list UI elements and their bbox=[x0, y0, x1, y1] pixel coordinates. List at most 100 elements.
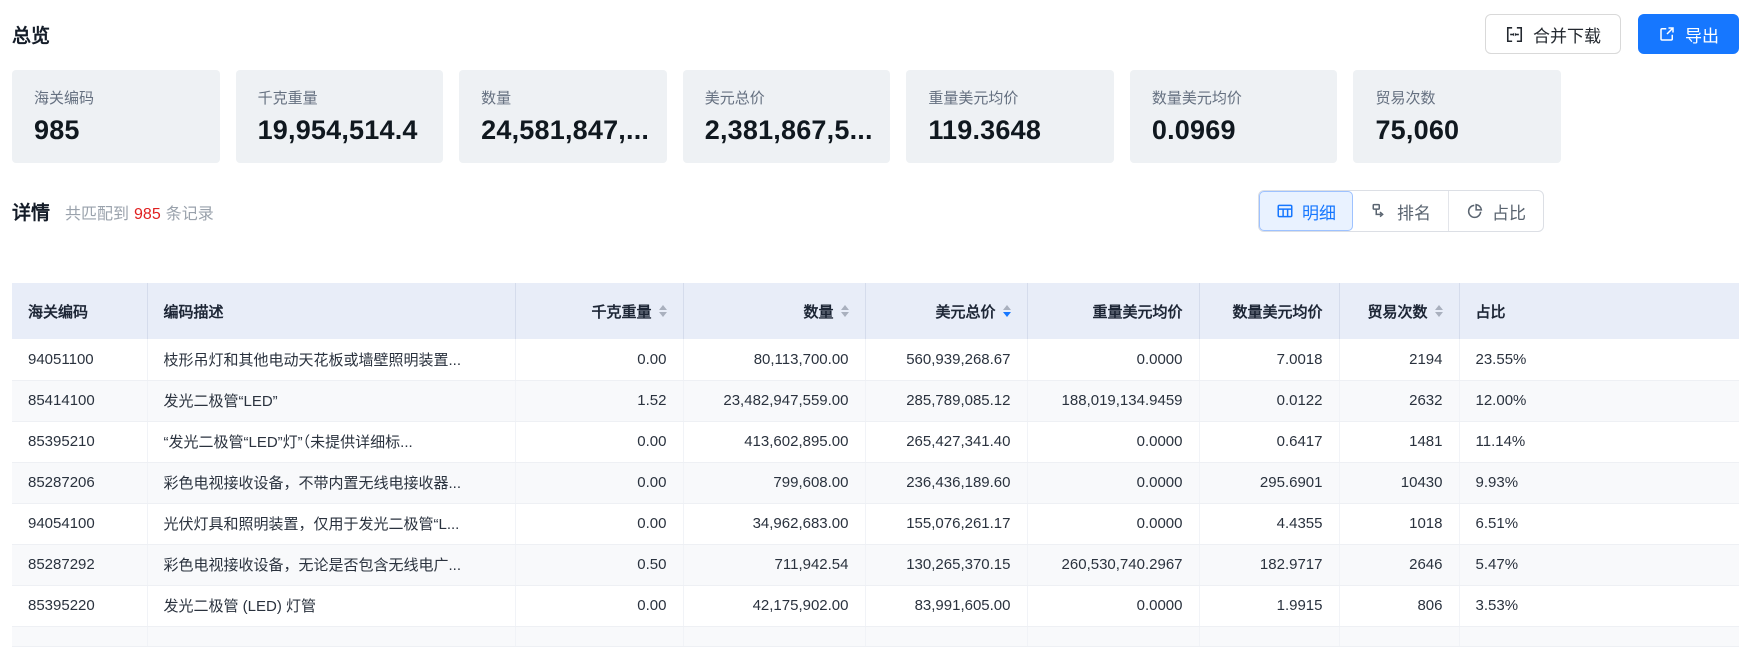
table-icon bbox=[1276, 202, 1294, 220]
tab-label: 排名 bbox=[1397, 199, 1431, 224]
stat-value: 119.3648 bbox=[928, 115, 1092, 146]
toolbar: 合并下载 导出 bbox=[1485, 14, 1739, 54]
table-cell: 1018 bbox=[1339, 503, 1459, 544]
table-row[interactable]: 85414100发光二极管“LED”1.5223,482,947,559.00 2… bbox=[12, 380, 1739, 421]
tab-detail[interactable]: 明细 bbox=[1259, 191, 1353, 231]
column-label: 重量美元均价 bbox=[1092, 301, 1182, 322]
column-header-usd-per-weight: 重量美元均价 bbox=[1027, 283, 1199, 339]
column-label: 占比 bbox=[1476, 301, 1506, 322]
tab-proportion[interactable]: 占比 bbox=[1448, 191, 1543, 231]
table-row[interactable]: 85395210“发光二极管“LED”灯”（未提供详细标...0.00413,6… bbox=[12, 421, 1739, 462]
column-header-usd-total[interactable]: 美元总价 bbox=[865, 283, 1027, 339]
table-row[interactable]: 85287292彩色电视接收设备，无论是否包含无线电广...0.50711,94… bbox=[12, 544, 1739, 585]
table-cell: 85395220 bbox=[12, 585, 147, 626]
stat-card-trade-count: 贸易次数 75,060 bbox=[1353, 70, 1561, 163]
rank-icon bbox=[1371, 202, 1389, 220]
column-label: 数量美元均价 bbox=[1232, 301, 1322, 322]
details-table: 海关编码 编码描述 千克重量 数量 美元总价 bbox=[12, 283, 1739, 647]
table-row[interactable]: 94054100光伏灯具和照明装置，仅用于发光二极管“L...0.0034,96… bbox=[12, 503, 1739, 544]
stat-label: 数量美元均价 bbox=[1152, 87, 1316, 108]
table-cell: 0.50 bbox=[515, 544, 683, 585]
table-cell: 260,530,740.2967 bbox=[1027, 544, 1199, 585]
sort-icon[interactable] bbox=[1435, 305, 1443, 317]
stat-value: 75,060 bbox=[1375, 115, 1539, 146]
table-cell: 94054100 bbox=[12, 503, 147, 544]
table-cell: 2646 bbox=[1339, 544, 1459, 585]
stat-label: 千克重量 bbox=[258, 87, 422, 108]
tab-label: 占比 bbox=[1492, 199, 1526, 224]
table-cell bbox=[12, 626, 147, 646]
table-cell: 85395210 bbox=[12, 421, 147, 462]
table-cell: 10430 bbox=[1339, 462, 1459, 503]
table-cell: 7.0018 bbox=[1199, 339, 1339, 380]
export-label: 导出 bbox=[1685, 22, 1719, 47]
table-cell bbox=[147, 626, 515, 646]
export-button[interactable]: 导出 bbox=[1638, 14, 1739, 54]
stat-card-kg-weight: 千克重量 19,954,514.4 bbox=[236, 70, 444, 163]
table-row[interactable]: 85287206彩色电视接收设备，不带内置无线电接收器...0.00799,60… bbox=[12, 462, 1739, 503]
stat-value: 19,954,514.4 bbox=[258, 115, 422, 146]
table-cell: 9.93% bbox=[1459, 462, 1739, 503]
column-header-hs-code: 海关编码 bbox=[12, 283, 147, 339]
match-prefix: 共匹配到 bbox=[65, 206, 129, 223]
stat-label: 海关编码 bbox=[34, 87, 198, 108]
table-cell: “发光二极管“LED”灯”（未提供详细标... bbox=[147, 421, 515, 462]
match-suffix: 条记录 bbox=[166, 206, 214, 223]
table-cell: 发光二极管“LED” bbox=[147, 380, 515, 421]
table-cell: 5.47% bbox=[1459, 544, 1739, 585]
table-cell: 彩色电视接收设备，不带内置无线电接收器... bbox=[147, 462, 515, 503]
table-cell: 0.0000 bbox=[1027, 421, 1199, 462]
table-cell: 265,427,341.40 bbox=[865, 421, 1027, 462]
column-label: 数量 bbox=[803, 301, 833, 322]
table-cell: 85287206 bbox=[12, 462, 147, 503]
table-row[interactable]: 85395220发光二极管 (LED) 灯管0.0042,175,902.008… bbox=[12, 585, 1739, 626]
merge-download-button[interactable]: 合并下载 bbox=[1485, 14, 1621, 54]
table-cell bbox=[1339, 626, 1459, 646]
table-cell: 1.52 bbox=[515, 380, 683, 421]
table-cell: 799,608.00 bbox=[683, 462, 865, 503]
overview-stats: 海关编码 985 千克重量 19,954,514.4 数量 24,581,847… bbox=[12, 70, 1561, 163]
column-label: 编码描述 bbox=[164, 301, 224, 322]
tab-ranking[interactable]: 排名 bbox=[1353, 191, 1448, 231]
table-cell: 1.9915 bbox=[1199, 585, 1339, 626]
table-body: 94051100枝形吊灯和其他电动天花板或墙壁照明装置...0.0080,113… bbox=[12, 339, 1739, 646]
table-cell: 42,175,902.00 bbox=[683, 585, 865, 626]
table-cell: 155,076,261.17 bbox=[865, 503, 1027, 544]
table-cell: 0.6417 bbox=[1199, 421, 1339, 462]
table-cell: 23.55% bbox=[1459, 339, 1739, 380]
table-cell: 236,436,189.60 bbox=[865, 462, 1027, 503]
table-cell: 0.0000 bbox=[1027, 339, 1199, 380]
table-cell: 295.6901 bbox=[1199, 462, 1339, 503]
table-cell: 85414100 bbox=[12, 380, 147, 421]
stat-value: 0.0969 bbox=[1152, 115, 1316, 146]
table-cell: 0.0122 bbox=[1199, 380, 1339, 421]
table-cell bbox=[683, 626, 865, 646]
table-row[interactable]: 94051100枝形吊灯和其他电动天花板或墙壁照明装置...0.0080,113… bbox=[12, 339, 1739, 380]
table-cell bbox=[1199, 626, 1339, 646]
pie-chart-icon bbox=[1466, 202, 1484, 220]
table-cell bbox=[1027, 626, 1199, 646]
column-header-trade-count[interactable]: 贸易次数 bbox=[1339, 283, 1459, 339]
column-header-kg-weight[interactable]: 千克重量 bbox=[515, 283, 683, 339]
column-label: 贸易次数 bbox=[1367, 301, 1427, 322]
table-cell: 0.0000 bbox=[1027, 462, 1199, 503]
table-cell: 2194 bbox=[1339, 339, 1459, 380]
table-cell: 彩色电视接收设备，无论是否包含无线电广... bbox=[147, 544, 515, 585]
column-label: 海关编码 bbox=[28, 301, 88, 322]
table-cell: 413,602,895.00 bbox=[683, 421, 865, 462]
details-bar: 详情 共匹配到985条记录 明细 bbox=[12, 190, 1739, 232]
page-title: 总览 bbox=[12, 21, 50, 48]
sort-icon[interactable] bbox=[659, 305, 667, 317]
table-cell: 1481 bbox=[1339, 421, 1459, 462]
table-cell: 34,962,683.00 bbox=[683, 503, 865, 544]
table-cell: 0.00 bbox=[515, 585, 683, 626]
sort-icon[interactable] bbox=[841, 305, 849, 317]
table-cell: 130,265,370.15 bbox=[865, 544, 1027, 585]
table-cell: 2632 bbox=[1339, 380, 1459, 421]
stat-card-hs-code: 海关编码 985 bbox=[12, 70, 220, 163]
export-icon bbox=[1658, 25, 1676, 43]
column-header-quantity[interactable]: 数量 bbox=[683, 283, 865, 339]
sort-icon-active-desc[interactable] bbox=[1003, 305, 1011, 317]
table-cell: 23,482,947,559.00 bbox=[683, 380, 865, 421]
stat-label: 重量美元均价 bbox=[928, 87, 1092, 108]
